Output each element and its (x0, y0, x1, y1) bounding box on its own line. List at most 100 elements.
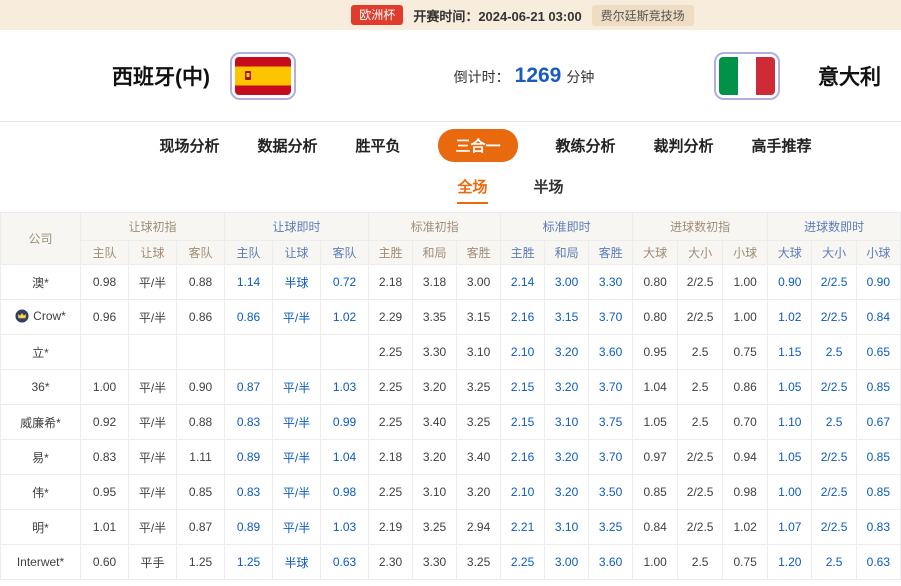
nav-tab-data-analysis[interactable]: 数据分析 (257, 135, 317, 156)
company-column-header: 公司 (1, 213, 81, 265)
odds-row: 易*0.83平/半1.110.89平/半1.042.183.203.402.16… (1, 440, 901, 475)
home-team: 西班牙(中) (112, 52, 296, 100)
odds-cell: 2/2.5 (678, 475, 723, 510)
odds-cell: 2.19 (369, 510, 413, 545)
odds-cell: 0.88 (177, 405, 225, 440)
odds-cell: 平/半 (129, 265, 177, 300)
scope-tab-half-match[interactable]: 半场 (534, 176, 564, 204)
odds-cell: 0.85 (856, 440, 900, 475)
odds-cell: 3.30 (589, 265, 633, 300)
italy-flag-icon (714, 52, 780, 100)
odds-cell: 3.40 (457, 440, 501, 475)
odds-cell: 2.5 (812, 405, 856, 440)
odds-cell: 平/半 (129, 475, 177, 510)
odds-cell: 0.70 (723, 405, 768, 440)
odds-cell: 0.98 (81, 265, 129, 300)
crown-logo-icon (15, 309, 29, 323)
countdown: 倒计时： 1269 分钟 (454, 64, 595, 88)
odds-cell: 0.83 (225, 475, 273, 510)
odds-cell: 1.05 (768, 440, 812, 475)
away-team-name: 意大利 (818, 61, 881, 91)
company-name[interactable]: 立* (1, 335, 81, 370)
nav-tab-win-draw-loss[interactable]: 胜平负 (355, 135, 400, 156)
odds-cell: 2.30 (369, 545, 413, 580)
company-name[interactable]: 伟* (1, 475, 81, 510)
odds-cell: 0.72 (321, 265, 369, 300)
odds-cell: 3.70 (589, 440, 633, 475)
odds-cell: 0.85 (177, 475, 225, 510)
odds-cell: 1.14 (225, 265, 273, 300)
scope-tab-full-match[interactable]: 全场 (457, 176, 487, 204)
countdown-value: 1269 (515, 64, 562, 88)
nav-tab-three-in-one[interactable]: 三合一 (438, 129, 517, 162)
column-group-header: 标准初指 (369, 213, 501, 241)
odds-cell: 0.96 (81, 300, 129, 335)
main-nav: 现场分析 数据分析 胜平负 三合一 教练分析 裁判分析 高手推荐 (0, 122, 901, 168)
odds-cell: 0.85 (856, 370, 900, 405)
column-header: 小球 (856, 241, 900, 265)
odds-cell: 2.25 (369, 370, 413, 405)
odds-cell: 2.14 (501, 265, 545, 300)
column-header: 大球 (768, 241, 812, 265)
countdown-label: 倒计时： (454, 67, 510, 87)
odds-cell: 0.95 (633, 335, 678, 370)
company-name[interactable]: 澳* (1, 265, 81, 300)
column-group-header: 让球即时 (225, 213, 369, 241)
odds-cell: 平/半 (273, 370, 321, 405)
nav-tab-referee-analysis[interactable]: 裁判分析 (654, 135, 714, 156)
column-header: 客胜 (457, 241, 501, 265)
nav-tab-expert-picks[interactable]: 高手推荐 (752, 135, 812, 156)
odds-cell: 3.75 (589, 405, 633, 440)
odds-cell: 3.70 (589, 370, 633, 405)
nav-tab-live-analysis[interactable]: 现场分析 (159, 135, 219, 156)
odds-row: Crow*0.96平/半0.860.86平/半1.022.293.353.152… (1, 300, 901, 335)
odds-cell: 0.90 (177, 370, 225, 405)
odds-cell: 平/半 (129, 300, 177, 335)
odds-cell: 0.90 (856, 265, 900, 300)
odds-cell: 0.75 (723, 545, 768, 580)
odds-cell: 0.60 (81, 545, 129, 580)
odds-table-head: 公司 让球初指让球即时标准初指标准即时进球数初指进球数即时 主队让球客队主队让球… (1, 213, 901, 265)
company-name[interactable]: Interwet* (1, 545, 81, 580)
odds-cell: 0.86 (177, 300, 225, 335)
odds-cell: 3.20 (457, 475, 501, 510)
odds-cell: 3.20 (413, 440, 457, 475)
odds-cell: 0.86 (225, 300, 273, 335)
odds-cell: 2.18 (369, 440, 413, 475)
column-header: 主胜 (501, 241, 545, 265)
odds-cell: 1.02 (321, 300, 369, 335)
company-name[interactable]: 易* (1, 440, 81, 475)
odds-cell: 0.67 (856, 405, 900, 440)
odds-cell: 0.87 (225, 370, 273, 405)
odds-cell: 2/2.5 (678, 510, 723, 545)
odds-cell: 0.85 (856, 475, 900, 510)
odds-cell: 3.00 (457, 265, 501, 300)
countdown-unit: 分钟 (566, 67, 594, 87)
odds-cell: 2/2.5 (812, 440, 856, 475)
odds-cell: 3.00 (545, 265, 589, 300)
column-header: 客队 (321, 241, 369, 265)
odds-row: 澳*0.98平/半0.881.14半球0.722.183.183.002.143… (1, 265, 901, 300)
league-badge[interactable]: 欧洲杯 (351, 5, 403, 25)
odds-cell: 2/2.5 (678, 440, 723, 475)
odds-cell: 1.03 (321, 370, 369, 405)
nav-tab-coach-analysis[interactable]: 教练分析 (556, 135, 616, 156)
spain-flag-icon (230, 52, 296, 100)
column-header: 主队 (81, 241, 129, 265)
company-name[interactable]: 明* (1, 510, 81, 545)
odds-cell: 2.94 (457, 510, 501, 545)
odds-cell: 2.21 (501, 510, 545, 545)
odds-cell: 2.25 (369, 405, 413, 440)
odds-cell: 3.50 (589, 475, 633, 510)
company-name[interactable]: 36* (1, 370, 81, 405)
odds-cell: 1.00 (768, 475, 812, 510)
odds-cell (321, 335, 369, 370)
odds-cell: 0.65 (856, 335, 900, 370)
company-name[interactable]: Crow* (1, 300, 81, 335)
company-name[interactable]: 威廉希* (1, 405, 81, 440)
odds-cell: 3.20 (545, 335, 589, 370)
odds-cell: 3.25 (457, 545, 501, 580)
odds-cell: 半球 (273, 545, 321, 580)
odds-cell: 1.07 (768, 510, 812, 545)
odds-cell: 2.5 (678, 335, 723, 370)
